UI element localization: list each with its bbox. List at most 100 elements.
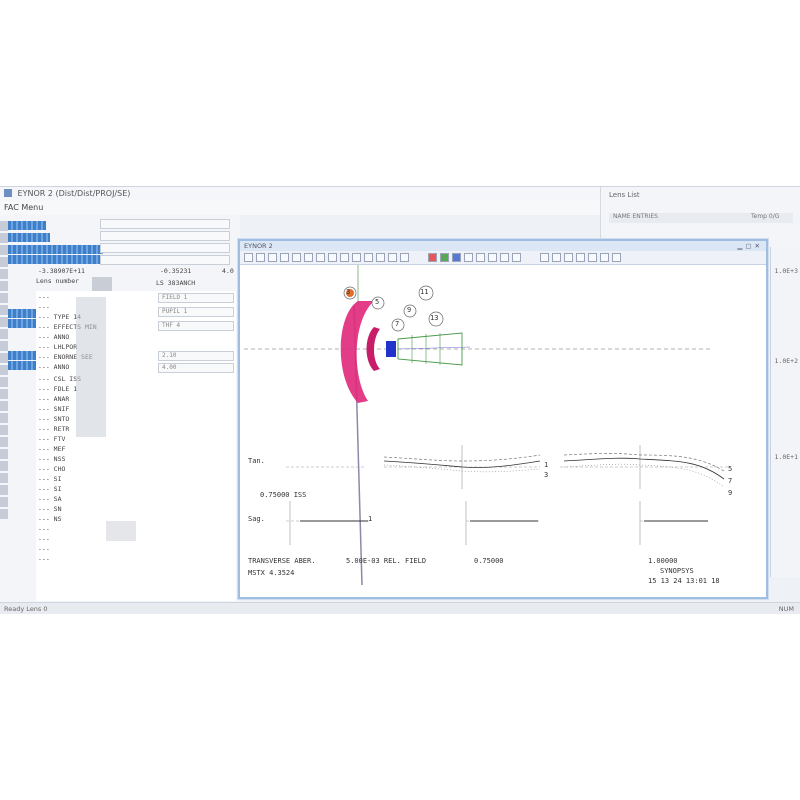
- toolbar-button[interactable]: [304, 253, 313, 262]
- right-side-panel: 1.0E+3 1.0E+2 1.0E+1: [770, 247, 800, 577]
- toolbar-button[interactable]: [576, 253, 585, 262]
- row-header: [0, 317, 8, 327]
- toolbar-button[interactable]: [552, 253, 561, 262]
- sag-label: Sag.: [248, 515, 265, 523]
- tan-curve: [563, 457, 725, 480]
- parameter-field[interactable]: [100, 243, 230, 253]
- toolbar-button[interactable]: [376, 253, 385, 262]
- toolbar-button[interactable]: [340, 253, 349, 262]
- field-value-label: 0.75000 ISS: [260, 491, 307, 499]
- listing-line: --- SNIF: [38, 405, 70, 413]
- listing-line: --- ANAR: [38, 395, 70, 403]
- listing-line: ---: [38, 525, 50, 533]
- lens-listing: --- --- --- TYPE 14 --- EFFECTS MIN --- …: [36, 291, 236, 601]
- scale-label: 1.0E+3: [774, 267, 798, 275]
- parameter-field[interactable]: [100, 231, 230, 241]
- menu-label[interactable]: FAC Menu: [4, 203, 43, 212]
- field-value[interactable]: FIELD 1: [158, 293, 234, 303]
- listing-line: --- SN: [38, 505, 62, 513]
- row-header: [0, 329, 8, 339]
- plot-title-bar[interactable]: EYNOR 2 ▁▢✕: [240, 241, 766, 251]
- toolbar-button[interactable]: [612, 253, 621, 262]
- toolbar-button[interactable]: [352, 253, 361, 262]
- row-header: [0, 293, 8, 303]
- parameter-field[interactable]: [100, 255, 230, 265]
- field-value[interactable]: 4.00: [158, 363, 234, 373]
- toolbar-button[interactable]: [244, 253, 253, 262]
- window-controls[interactable]: ▁▢✕: [737, 242, 763, 250]
- blue-color-button[interactable]: [452, 253, 461, 262]
- toolbar-button[interactable]: [500, 253, 509, 262]
- listing-line: --- CSL ISS: [38, 375, 82, 383]
- curve-mark: 7: [728, 477, 733, 485]
- row-header: [0, 245, 8, 255]
- toolbar-button[interactable]: [316, 253, 325, 262]
- redacted-block: [106, 521, 136, 541]
- curve-mark: 1: [544, 461, 549, 469]
- listing-line: --- MEF: [38, 445, 66, 453]
- curve-mark: 3: [544, 471, 549, 479]
- application-window: EYNOR 2 (Dist/Dist/PROJ/SE) FAC Menu Len…: [0, 186, 800, 614]
- red-color-button[interactable]: [428, 253, 437, 262]
- listing-line: ---: [38, 293, 50, 301]
- surface-number: 7: [395, 320, 400, 328]
- toolbar-button[interactable]: [476, 253, 485, 262]
- lens-drawing-svg: [244, 265, 730, 586]
- header-value: -0.35231: [160, 267, 192, 275]
- parameter-field[interactable]: [100, 219, 230, 229]
- row-header: [0, 365, 8, 375]
- selected-row[interactable]: [8, 233, 50, 242]
- app-icon: [4, 189, 12, 197]
- row-header: [0, 449, 8, 459]
- toolbar-button[interactable]: [600, 253, 609, 262]
- toolbar-button[interactable]: [512, 253, 521, 262]
- toolbar-button[interactable]: [256, 253, 265, 262]
- toolbar-button[interactable]: [328, 253, 337, 262]
- field-value[interactable]: THF 4: [158, 321, 234, 331]
- surface-number: 9: [407, 306, 412, 314]
- redacted-block: [76, 297, 106, 437]
- toolbar-button[interactable]: [292, 253, 301, 262]
- status-bar: Ready Lens 0 NUM: [0, 602, 800, 614]
- selected-row[interactable]: [8, 245, 103, 254]
- selected-row[interactable]: [8, 221, 46, 230]
- green-color-button[interactable]: [440, 253, 449, 262]
- lens-drawing-window[interactable]: EYNOR 2 ▁▢✕ 3 5 7 9 11 13 Tan. Sag. 0.75…: [238, 239, 768, 599]
- toolbar-button[interactable]: [540, 253, 549, 262]
- row-header: [0, 413, 8, 423]
- listing-line: --- SNTO: [38, 415, 70, 423]
- row-header: [0, 341, 8, 351]
- toolbar-button[interactable]: [588, 253, 597, 262]
- selected-row[interactable]: [8, 255, 103, 264]
- field-value[interactable]: PUPIL 1: [158, 307, 234, 317]
- mstx-label: MSTX 4.3524: [248, 569, 295, 577]
- row-header: [0, 257, 8, 267]
- listing-line: --- TYPE 14: [38, 313, 82, 321]
- listing-line: --- CHO: [38, 465, 66, 473]
- listing-line: --- SI: [38, 485, 62, 493]
- rel-field-label: 5.00E-03 REL. FIELD: [346, 557, 427, 565]
- toolbar-button[interactable]: [280, 253, 289, 262]
- listing-line: ---: [38, 303, 50, 311]
- field-value[interactable]: 2.10: [158, 351, 234, 361]
- toolbar-button[interactable]: [364, 253, 373, 262]
- toolbar-button[interactable]: [268, 253, 277, 262]
- lens-editor-pane: -3.38907E+11 -0.35231 4.0 Lens number LS…: [0, 215, 240, 603]
- row-header: [0, 281, 8, 291]
- lens-number-label: Lens number: [36, 277, 80, 285]
- listing-line: --- ANNO: [38, 363, 70, 371]
- toolbar-button[interactable]: [400, 253, 409, 262]
- toolbar-button[interactable]: [388, 253, 397, 262]
- lens-list-panel: Lens List NAME ENTRIES Temp 0/G: [600, 187, 800, 247]
- listing-line: --- SI: [38, 475, 62, 483]
- toolbar-button[interactable]: [564, 253, 573, 262]
- surface-number: 3: [346, 288, 351, 296]
- row-header: [0, 221, 8, 231]
- toolbar-button[interactable]: [464, 253, 473, 262]
- row-header: [0, 401, 8, 411]
- row-header: [0, 473, 8, 483]
- toolbar-button[interactable]: [488, 253, 497, 262]
- plot-canvas[interactable]: 3 5 7 9 11 13 Tan. Sag. 0.75000 ISS 1 3 …: [240, 265, 766, 597]
- listing-line: --- ANNO: [38, 333, 70, 341]
- row-header: [0, 461, 8, 471]
